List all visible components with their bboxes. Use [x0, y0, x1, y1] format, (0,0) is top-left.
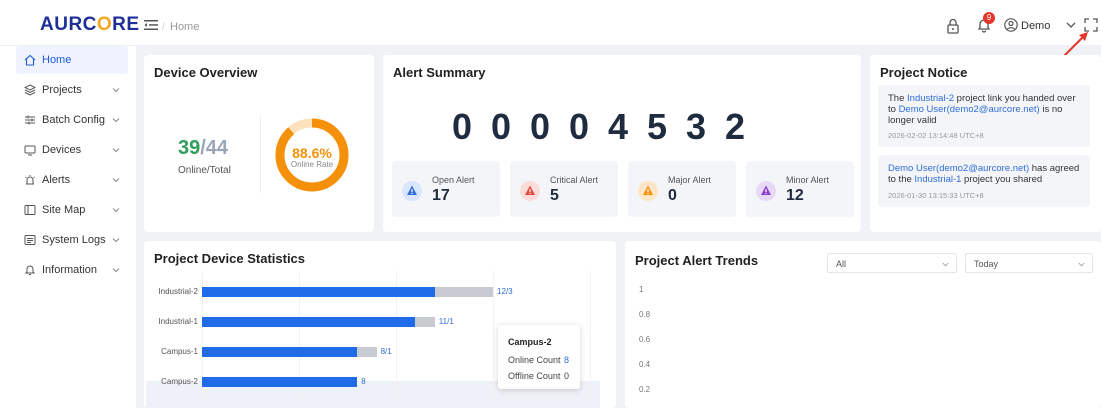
offline-bar[interactable]: [357, 347, 377, 357]
sliders-icon: [25, 115, 35, 125]
card-title: Alert Summary: [393, 65, 486, 80]
alert-digit: 2: [724, 106, 746, 147]
sidebar-item-batch-config[interactable]: Batch Config: [16, 106, 128, 134]
user-name[interactable]: Demo: [1021, 20, 1050, 32]
chevron-down-icon: [112, 118, 120, 123]
project-device-statistics-card: Project Device Statistics Industrial-2 12…: [144, 241, 616, 408]
notice-item[interactable]: Demo User(demo2@aurcore.net) has agreed …: [878, 155, 1090, 207]
map-icon: [24, 205, 36, 215]
warning-icon: [638, 181, 658, 201]
breadcrumb-separator: /: [162, 22, 165, 33]
monitor-icon: [24, 145, 36, 156]
y-tick-label: 1: [639, 285, 644, 294]
project-link[interactable]: Industrial-1: [914, 174, 961, 185]
bell-icon: [24, 265, 36, 275]
open-alert-box[interactable]: Open Alert 17: [392, 161, 500, 217]
y-tick-label: 0.8: [639, 310, 651, 319]
category-label: Campus-1: [161, 347, 198, 356]
y-tick-label: 0.2: [639, 385, 651, 394]
sidebar-item-site-map[interactable]: Site Map: [16, 196, 128, 224]
project-filter-select[interactable]: All: [827, 253, 957, 273]
card-title: Project Device Statistics: [154, 251, 306, 266]
bar-data-label: 8/1: [380, 347, 392, 356]
chevron-down-icon: [112, 238, 120, 243]
sidebar: Home Projects Batch Config Devices Alert…: [0, 46, 136, 408]
chart-tooltip: Campus-2 Online Count 8 Offline Count 0: [498, 325, 580, 389]
log-icon: [24, 235, 36, 245]
chevron-down-icon: [112, 178, 120, 183]
chevron-down-icon: [112, 268, 120, 273]
sidebar-item-projects[interactable]: Projects: [16, 76, 128, 104]
alert-digit: 0: [568, 106, 590, 147]
grid-line: [493, 271, 494, 401]
user-link[interactable]: Demo User(demo2@aurcore.net): [899, 104, 1040, 115]
critical-alert-box[interactable]: Critical Alert 5: [510, 161, 618, 217]
warning-icon: [402, 181, 422, 201]
online-bar[interactable]: [202, 377, 358, 387]
notice-item[interactable]: The Industrial-2 project link you handed…: [878, 85, 1090, 147]
sidebar-item-alerts[interactable]: Alerts: [16, 166, 128, 194]
notification-badge: 9: [983, 12, 995, 24]
device-overview-card: Device Overview 39/44 Online/Total 88.6%…: [144, 55, 374, 232]
card-title: Project Alert Trends: [635, 253, 759, 268]
y-tick-label: 0.6: [639, 335, 651, 344]
project-notice-card: Project Notice The Industrial-2 project …: [870, 55, 1101, 232]
chevron-down-icon: [942, 262, 949, 267]
offline-bar[interactable]: [434, 287, 493, 297]
sidebar-item-devices[interactable]: Devices: [16, 136, 128, 164]
card-title: Device Overview: [154, 65, 258, 80]
alert-digit: 3: [685, 106, 707, 147]
online-rate-value: 88.6%: [292, 145, 332, 161]
bar-data-label: 8: [361, 377, 366, 386]
warning-icon: [520, 181, 540, 201]
notice-timestamp: 2026-02-02 13:14:48 UTC+8: [888, 131, 984, 140]
category-label: Industrial-2: [158, 287, 198, 296]
y-tick-label: 0.4: [639, 360, 651, 369]
alert-digit: 5: [646, 106, 668, 147]
layers-icon: [24, 84, 36, 96]
alert-digit: 0: [451, 106, 473, 147]
alert-digit: 0: [529, 106, 551, 147]
alert-digit: 4: [607, 106, 629, 147]
home-icon: [24, 54, 36, 66]
chevron-down-icon: [112, 208, 120, 213]
lock-icon[interactable]: [946, 18, 960, 34]
online-rate-label: Online Rate: [290, 160, 334, 169]
warning-icon: [756, 181, 776, 201]
online-total-caption: Online/Total: [178, 165, 231, 176]
top-header: AURCORE / Home 9 Demo: [0, 0, 1101, 46]
offline-bar[interactable]: [415, 317, 435, 327]
alert-digit: 0: [490, 106, 512, 147]
project-link[interactable]: Industrial-2: [907, 93, 954, 104]
alert-summary-card: Alert Summary 0 0 0 0 4 5 3 2 Open Alert…: [383, 55, 861, 232]
online-bar[interactable]: [202, 347, 358, 357]
sidebar-item-home[interactable]: Home: [16, 46, 128, 74]
bar-data-label: 12/3: [497, 287, 513, 296]
category-label: Industrial-1: [158, 317, 198, 326]
user-link[interactable]: Demo User(demo2@aurcore.net): [888, 163, 1029, 174]
chevron-down-icon: [112, 88, 120, 93]
minor-alert-box[interactable]: Minor Alert 12: [746, 161, 854, 217]
notice-timestamp: 2026-01-30 13:15:33 UTC+8: [888, 191, 984, 200]
chevron-down-icon: [1078, 262, 1085, 267]
app-logo[interactable]: AURCORE: [40, 14, 140, 36]
grid-line: [590, 271, 591, 401]
bar-data-label: 11/1: [438, 317, 454, 326]
online-total-count: 39/44: [178, 137, 229, 159]
card-title: Project Notice: [880, 65, 968, 80]
project-alert-trends-card: Project Alert Trends All Today 1 0.8 0.6 0.…: [625, 241, 1101, 408]
divider: [260, 115, 261, 193]
sidebar-item-system-logs[interactable]: System Logs: [16, 226, 128, 254]
user-avatar-icon[interactable]: [1004, 18, 1018, 32]
online-bar[interactable]: [202, 287, 435, 297]
sidebar-item-information[interactable]: Information: [16, 256, 128, 284]
time-range-select[interactable]: Today: [965, 253, 1093, 273]
category-label: Campus-2: [161, 377, 198, 386]
online-bar[interactable]: [202, 317, 416, 327]
collapse-menu-icon[interactable]: [144, 20, 158, 30]
major-alert-box[interactable]: Major Alert 0: [628, 161, 736, 217]
chevron-down-icon: [112, 148, 120, 153]
alert-icon: [25, 175, 35, 185]
breadcrumb[interactable]: Home: [170, 21, 199, 33]
